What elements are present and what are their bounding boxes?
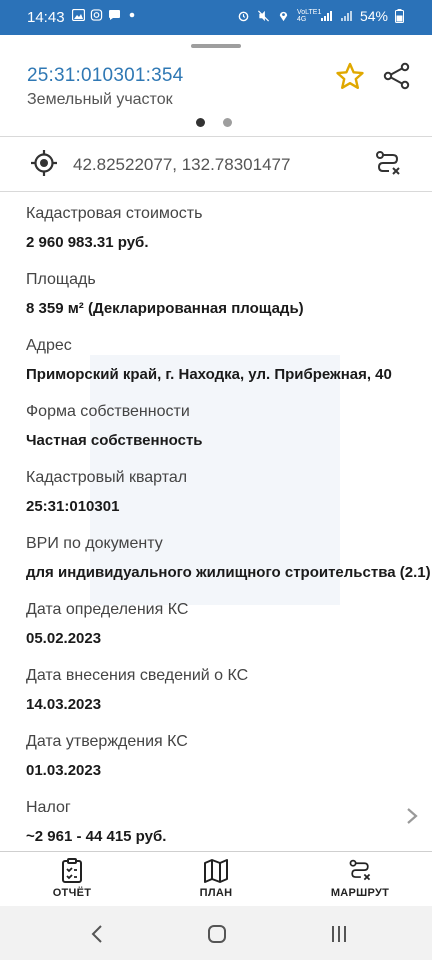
object-type: Земельный участок [27,91,173,108]
field-value: Частная собственность [26,432,203,449]
field-label: Форма собственности [26,403,190,420]
field-cadastral-quarter: Кадастровый квартал 25:31:010301 [26,469,187,515]
instagram-icon [90,9,103,21]
field-label: ВРИ по документу [26,535,163,552]
recents-icon[interactable] [327,923,351,945]
coordinates-row: 42.82522077, 132.78301477 [0,137,432,191]
system-icons: VoLTE1 4G 54% [237,8,404,24]
nav-plan[interactable]: ПЛАН [161,852,271,899]
field-value: для индивидуального жилищного строительс… [26,564,431,581]
status-bar: 14:43 VoLTE1 4G 54% [0,0,432,35]
dot-icon [129,12,135,18]
nav-plan-label: ПЛАН [199,887,233,899]
network-type: VoLTE1 4G [296,9,322,23]
signal-icon-1 [320,11,332,21]
field-address: Адрес Приморский край, г. Находка, ул. П… [26,337,392,383]
location-icon [279,11,288,22]
share-icon[interactable] [382,61,412,91]
alarm-icon [238,11,249,22]
report-icon [62,858,82,883]
status-time: 14:43 [27,9,65,26]
field-value: 25:31:010301 [26,498,120,515]
battery-percent: 54% [359,8,388,24]
field-value: Приморский край, г. Находка, ул. Прибреж… [26,366,392,383]
nav-route-label: МАРШРУТ [330,887,390,899]
gallery-icon [72,9,85,21]
notification-icons [72,9,139,21]
route-clear-icon[interactable] [373,149,403,179]
bottom-nav: ОТЧЁТ ПЛАН МАРШРУТ [0,851,432,907]
page-dot-2[interactable] [223,118,232,127]
map-icon [204,859,228,883]
route-icon [349,859,371,881]
battery-icon [395,9,404,23]
field-tax[interactable]: Налог ~2 961 - 44 415 руб. [26,799,166,845]
field-label: Площадь [26,271,96,288]
field-label: Налог [26,799,71,816]
divider-coords [0,191,432,192]
back-icon[interactable] [86,923,110,945]
home-icon[interactable] [205,923,229,945]
field-ownership: Форма собственности Частная собственност… [26,403,203,449]
nav-route[interactable]: МАРШРУТ [305,852,415,899]
nav-report-label: ОТЧЁТ [52,887,92,899]
field-label: Кадастровый квартал [26,469,188,486]
cadastral-number: 25:31:010301:354 [27,65,184,86]
system-nav-bar [0,906,432,960]
field-permitted-use: ВРИ по документу для индивидуального жил… [26,535,431,581]
field-label: Дата утверждения КС [26,733,188,750]
field-value: 14.03.2023 [26,696,102,713]
coordinates-text[interactable]: 42.82522077, 132.78301477 [73,155,290,175]
field-label: Кадастровая стоимость [26,205,203,222]
field-label: Адрес [26,337,72,354]
message-icon [109,10,120,20]
field-value: 01.03.2023 [26,762,102,779]
field-entry-date: Дата внесения сведений о КС 14.03.2023 [26,667,248,713]
page-indicator [196,118,232,127]
favorite-star-icon[interactable] [335,62,365,90]
chevron-right-icon[interactable] [404,806,420,826]
mute-icon [257,10,269,22]
signal-icon-2 [340,11,352,21]
field-valuation-date: Дата определения КС 05.02.2023 [26,601,188,647]
field-value: 2 960 983.31 руб. [26,234,149,251]
field-label: Дата определения КС [26,601,189,618]
field-label: Дата внесения сведений о КС [26,667,249,684]
field-value: 8 359 м² (Декларированная площадь) [26,300,304,317]
nav-report[interactable]: ОТЧЁТ [17,852,127,899]
target-location-icon[interactable] [30,149,58,177]
page-dot-1[interactable] [196,118,205,127]
field-value: 05.02.2023 [26,630,102,647]
drag-handle[interactable] [191,44,241,48]
field-approval-date: Дата утверждения КС 01.03.2023 [26,733,188,779]
field-value: ~2 961 - 44 415 руб. [26,828,167,845]
field-area: Площадь 8 359 м² (Декларированная площад… [26,271,304,317]
field-cadastral-value: Кадастровая стоимость 2 960 983.31 руб. [26,205,202,251]
